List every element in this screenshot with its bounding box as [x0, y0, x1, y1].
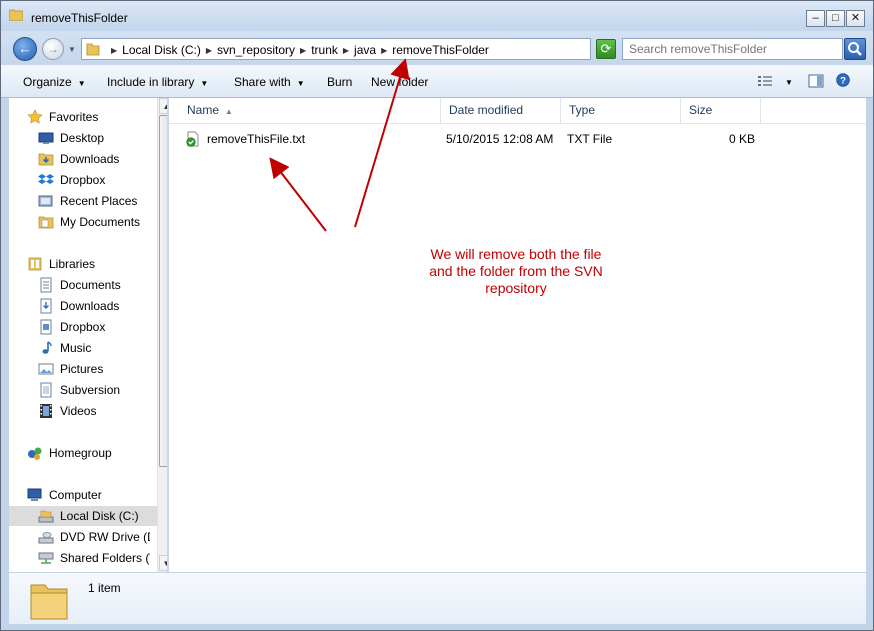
details-pane: 1 item	[9, 572, 866, 624]
arrow-to-file	[269, 157, 327, 232]
annotation-arrows	[269, 58, 410, 232]
folder-icon	[30, 584, 68, 620]
explorer-window: removeThisFolder – □ ✕ ← → ▼ ▶ Local Dis…	[0, 0, 874, 631]
arrow-to-folder	[354, 58, 410, 228]
item-count: 1 item	[88, 581, 121, 595]
